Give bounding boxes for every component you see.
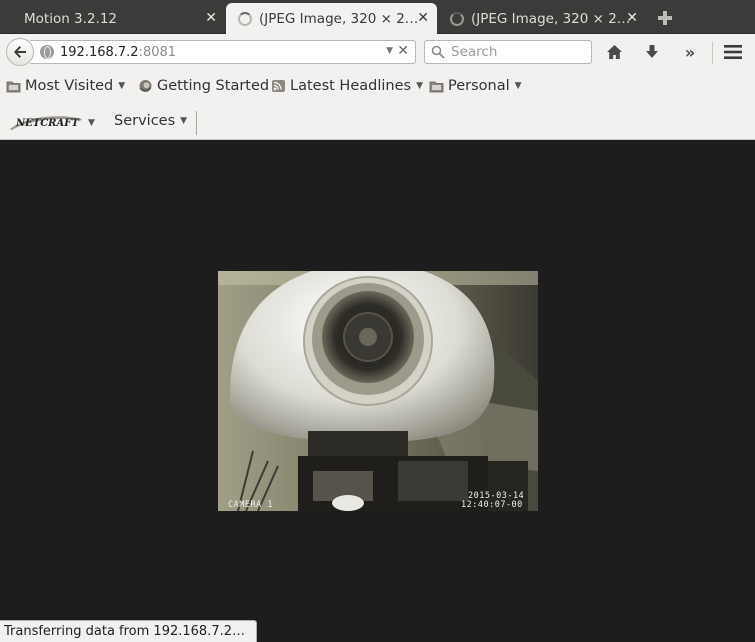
tab-jpeg-image[interactable]: (JPEG Image, 320 × 2… ✕ xyxy=(438,3,646,34)
page-content: CAMERA 1 2015-03-14 12:40:07-00 xyxy=(0,140,755,622)
bookmark-label: Most Visited xyxy=(25,78,114,94)
svg-text:NETCRAFT: NETCRAFT xyxy=(15,118,80,129)
bookmark-getting-started[interactable]: Getting Started xyxy=(138,78,269,94)
new-tab-button[interactable] xyxy=(648,3,682,33)
folder-icon xyxy=(6,81,21,93)
chevron-down-icon: ▼ xyxy=(118,81,126,91)
back-arrow-icon xyxy=(14,46,26,58)
search-input[interactable]: Search xyxy=(424,40,592,64)
netcraft-toolbar: NETCRAFT ▼ Services ▼ xyxy=(0,105,755,140)
chevron-down-icon: ▼ xyxy=(416,81,423,91)
tab-title: Motion 3.2.12 xyxy=(24,10,117,27)
firefox-icon xyxy=(139,80,152,92)
bookmarks-toolbar: Most Visited ▼ Getting Started Latest He… xyxy=(0,70,755,105)
search-placeholder: Search xyxy=(451,44,498,60)
loading-spinner-icon xyxy=(450,11,464,26)
camera-label-overlay: CAMERA 1 xyxy=(228,500,273,510)
close-tab-icon[interactable]: ✕ xyxy=(417,10,429,26)
rss-feed-icon xyxy=(272,80,285,92)
netcraft-logo[interactable]: NETCRAFT xyxy=(8,113,84,131)
bookmark-most-visited[interactable]: Most Visited ▼ xyxy=(6,78,125,94)
tab-title: (JPEG Image, 320 × 2… xyxy=(259,11,419,27)
status-text: Transferring data from 192.168.7.2… xyxy=(4,624,245,639)
overflow-chevron-button[interactable]: » xyxy=(679,42,701,62)
stop-loading-icon[interactable]: ✕ xyxy=(397,43,409,59)
bookmark-personal[interactable]: Personal ▼ xyxy=(429,78,522,94)
globe-icon xyxy=(40,45,54,59)
close-tab-icon[interactable]: ✕ xyxy=(205,10,217,26)
camera-snapshot-image[interactable]: CAMERA 1 2015-03-14 12:40:07-00 xyxy=(218,271,538,511)
close-tab-icon[interactable]: ✕ xyxy=(626,10,638,26)
loading-spinner-icon xyxy=(238,12,252,26)
tab-title: (JPEG Image, 320 × 2… xyxy=(471,10,631,27)
url-port: :8081 xyxy=(138,44,177,60)
folder-icon xyxy=(429,81,444,93)
double-chevron-icon: » xyxy=(684,42,696,62)
url-dropdown-icon[interactable]: ▼ xyxy=(386,46,393,56)
search-icon xyxy=(431,45,447,59)
navigation-toolbar: 192.168.7.2:8081 ▼ ✕ Search » xyxy=(0,34,755,70)
bookmark-latest-headlines[interactable]: Latest Headlines ▼ xyxy=(271,78,423,94)
bookmark-label: Latest Headlines xyxy=(290,78,412,94)
webcam-photo xyxy=(218,271,538,511)
menu-button[interactable] xyxy=(722,42,744,62)
services-menu[interactable]: Services ▼ xyxy=(114,113,187,129)
plus-icon xyxy=(658,11,672,25)
home-icon xyxy=(606,45,622,59)
chevron-down-icon: ▼ xyxy=(514,81,522,91)
chevron-down-icon: ▼ xyxy=(180,116,188,126)
address-bar[interactable]: 192.168.7.2:8081 ▼ ✕ xyxy=(30,40,416,64)
bookmark-label: Getting Started xyxy=(157,78,270,94)
toolbar-separator xyxy=(712,42,713,64)
toolbar-separator xyxy=(196,111,197,135)
camera-time-overlay: 12:40:07-00 xyxy=(461,500,523,510)
home-button[interactable] xyxy=(603,42,625,62)
tab-jpeg-image-active[interactable]: (JPEG Image, 320 × 2… ✕ xyxy=(226,3,437,35)
url-host: 192.168.7.2 xyxy=(60,44,139,60)
bookmark-label: Personal xyxy=(448,78,510,94)
downloads-button[interactable] xyxy=(641,42,663,62)
back-button[interactable] xyxy=(6,38,34,66)
status-panel: Transferring data from 192.168.7.2… xyxy=(0,620,257,642)
tab-motion[interactable]: Motion 3.2.12 ✕ xyxy=(0,3,225,34)
tab-strip: Motion 3.2.12 ✕ (JPEG Image, 320 × 2… ✕ … xyxy=(0,0,755,35)
chevron-down-icon[interactable]: ▼ xyxy=(88,118,95,128)
services-label: Services xyxy=(114,113,176,129)
download-arrow-icon xyxy=(646,45,658,58)
hamburger-menu-icon xyxy=(724,45,742,59)
